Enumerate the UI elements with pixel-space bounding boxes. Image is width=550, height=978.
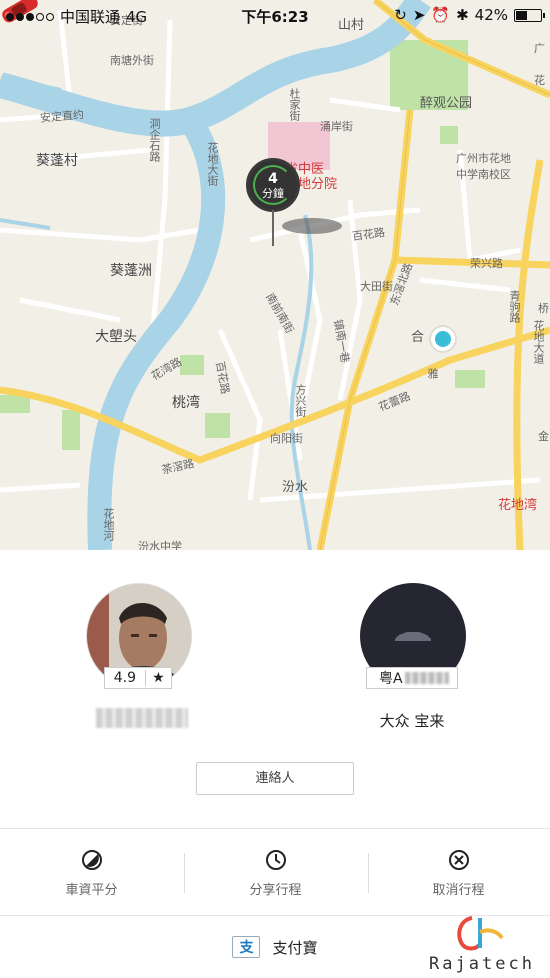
map-label: 南塘外街 [110, 54, 154, 67]
cancel-icon [448, 850, 469, 870]
eta-minutes: 4 [268, 170, 278, 187]
map-label: 杜家街 [288, 88, 301, 121]
map-label: 向阳街 [270, 432, 303, 445]
share-trip-label: 分享行程 [249, 883, 302, 898]
map-label: 花 [534, 74, 545, 87]
map-label: 葵蓬洲 [110, 263, 152, 279]
contact-button[interactable]: 連絡人 [196, 762, 354, 795]
payment-label: 支付寶 [272, 938, 318, 957]
trip-panel: 4.9 ★ 粤A 大众 宝来 連絡人 車資平分 分享行程 取消行程 支 支付寶 … [0, 550, 550, 978]
share-trip-button[interactable]: 分享行程 [184, 829, 367, 917]
map-canvas [0, 0, 550, 550]
map-label: 醉观公园 [420, 96, 473, 111]
map-label: 桃湾 [172, 395, 200, 411]
trip-actions: 車資平分 分享行程 取消行程 [0, 828, 550, 916]
driver-rating-badge: 4.9 ★ [104, 667, 172, 689]
map-label: 广州市花地 [456, 152, 511, 165]
car-model: 大众 宝来 [379, 712, 445, 730]
eta-bubble: 4 分鐘 [246, 158, 300, 212]
lock-rotation-icon: ↻ [394, 6, 407, 24]
plate-prefix: 粤A [379, 671, 403, 687]
pickup-eta-pin[interactable]: 4 分鐘 [246, 158, 300, 248]
driver-rating: 4.9 [105, 670, 146, 686]
map-label: 花地大街 [206, 142, 219, 186]
current-location-dot [431, 327, 455, 351]
driver-name-redacted [96, 708, 188, 728]
map-label: 洞企石路 [148, 118, 161, 162]
map-label: 合 [411, 330, 425, 345]
cancel-trip-label: 取消行程 [432, 883, 485, 898]
map-label: 青驹路 [508, 290, 521, 323]
car-silhouette-icon [395, 632, 431, 641]
license-plate: 粤A [366, 667, 458, 689]
map-label: 雅 [426, 368, 439, 379]
split-fare-icon [81, 850, 102, 870]
star-icon: ★ [152, 670, 165, 686]
map-label: 葵蓬村 [36, 153, 78, 169]
eta-unit: 分鐘 [262, 186, 284, 200]
map-label: 中学南校区 [456, 168, 511, 181]
map-label: 汾水 [282, 480, 309, 495]
map-label: 涌岸街 [320, 120, 353, 133]
battery-icon [514, 8, 545, 22]
map-label: 方兴街 [294, 384, 307, 417]
map-label: 荣兴路 [470, 257, 503, 270]
battery-percent: 42% [474, 6, 508, 24]
map-label: 金 [538, 430, 549, 443]
map-label: 广 [534, 42, 545, 55]
watermark: Rajatech [420, 916, 544, 978]
watermark-logo [457, 916, 504, 951]
map-view[interactable]: 山村 南塘外街 安定街 安定直约 葵蓬村 洞企石路 花地大街 杜家街 省中医 花… [0, 0, 550, 550]
map-label: 花地大道 [532, 320, 545, 364]
map-label: 汾水中学 [138, 540, 182, 550]
cancel-trip-button[interactable]: 取消行程 [367, 829, 550, 917]
alarm-icon: ⏰ [431, 6, 451, 24]
clock-icon [265, 850, 286, 870]
status-bar: 中国联通 4G 下午6:23 ↻ ➤ ⏰ ✱ 42% [0, 0, 550, 30]
map-label: 花地河 [102, 508, 115, 541]
alipay-icon: 支 [232, 936, 261, 958]
map-label: 大田街 [360, 280, 393, 293]
split-fare-label: 車資平分 [65, 883, 118, 898]
map-label: 花地湾 [498, 498, 538, 513]
plate-redacted [404, 672, 449, 684]
watermark-text: Rajatech [429, 954, 535, 974]
bluetooth-icon: ✱ [456, 6, 469, 24]
map-label: 大塱头 [95, 329, 137, 345]
location-arrow-icon: ➤ [412, 6, 426, 24]
split-fare-button[interactable]: 車資平分 [0, 829, 183, 917]
ride-screen: { "status_bar": { "carrier": "中国联通", "ne… [0, 0, 550, 978]
pin-stem [272, 210, 274, 246]
map-label: 桥 [538, 302, 549, 315]
